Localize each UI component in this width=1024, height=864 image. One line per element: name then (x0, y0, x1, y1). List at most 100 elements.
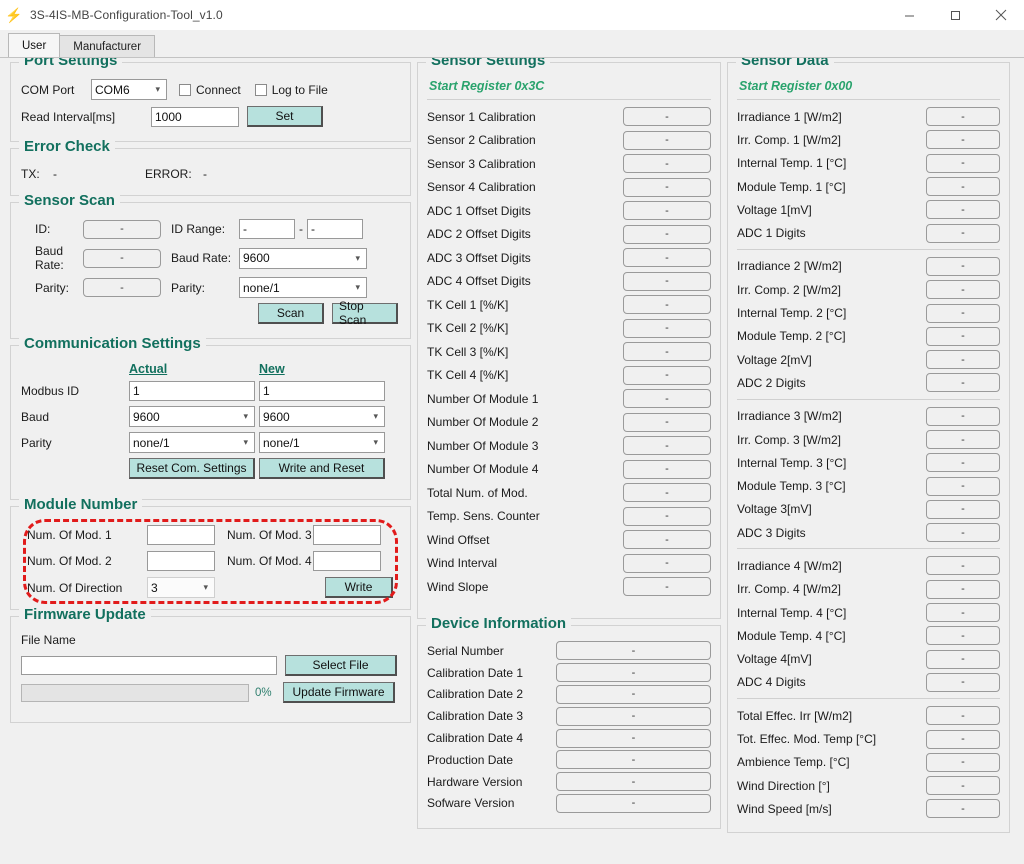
sensor-data-value[interactable]: - (926, 556, 1000, 575)
modbus-id-new-input[interactable] (259, 381, 385, 401)
sensor-setting-value[interactable]: - (623, 413, 711, 432)
sensor-data-value[interactable]: - (926, 580, 1000, 599)
num-of-mod-1-input[interactable] (147, 525, 215, 545)
sensor-data-value[interactable]: - (926, 603, 1000, 622)
sensor-data-value[interactable]: - (926, 730, 1000, 749)
connect-checkbox[interactable]: Connect (179, 83, 241, 97)
sensor-data-value[interactable]: - (926, 477, 1000, 496)
sensor-data-value[interactable]: - (926, 500, 1000, 519)
sensor-setting-value[interactable]: - (623, 554, 711, 573)
list-item: Total Num. of Mod.- (427, 481, 711, 505)
sensor-data-value[interactable]: - (926, 673, 1000, 692)
module-number-write-button[interactable]: Write (325, 577, 393, 598)
sensor-setting-value[interactable]: - (623, 577, 711, 596)
sensor-setting-value[interactable]: - (623, 319, 711, 338)
parity-new-select[interactable]: none/1 ▾ (259, 432, 385, 453)
select-file-button[interactable]: Select File (285, 655, 397, 676)
sensor-data-value[interactable]: - (926, 453, 1000, 472)
read-interval-input[interactable] (151, 107, 239, 127)
sensor-data-value[interactable]: - (926, 407, 1000, 426)
scan-baud-select[interactable]: 9600 ▾ (239, 248, 367, 269)
tab-manufacturer[interactable]: Manufacturer (59, 35, 155, 57)
sensor-setting-value[interactable]: - (623, 483, 711, 502)
num-of-direction-label: Num. Of Direction (27, 581, 147, 595)
sensor-data-value[interactable]: - (926, 650, 1000, 669)
modbus-id-label: Modbus ID (21, 384, 129, 398)
num-of-mod-4-input[interactable] (313, 551, 381, 571)
sensor-data-value[interactable]: - (926, 799, 1000, 818)
file-name-input[interactable] (21, 656, 277, 675)
sensor-setting-value[interactable]: - (623, 154, 711, 173)
sensor-data-value[interactable]: - (926, 107, 1000, 126)
sensor-data-value[interactable]: - (926, 626, 1000, 645)
tab-user[interactable]: User (8, 33, 60, 57)
sensor-setting-value[interactable]: - (623, 460, 711, 479)
device-info-value[interactable]: - (556, 750, 711, 769)
sensor-data-value[interactable]: - (926, 257, 1000, 276)
stop-scan-button[interactable]: Stop Scan (332, 303, 398, 324)
sensor-setting-value[interactable]: - (623, 272, 711, 291)
num-of-direction-select[interactable]: 3 ▾ (147, 577, 215, 598)
sensor-setting-value[interactable]: - (623, 436, 711, 455)
firmware-update-group: Firmware Update File Name Select File 0%… (10, 616, 411, 723)
num-of-mod-2-input[interactable] (147, 551, 215, 571)
sensor-data-value[interactable]: - (926, 753, 1000, 772)
sensor-setting-value[interactable]: - (623, 225, 711, 244)
device-info-value[interactable]: - (556, 641, 711, 660)
update-firmware-button[interactable]: Update Firmware (283, 682, 395, 703)
device-info-value[interactable]: - (556, 685, 711, 704)
com-port-select[interactable]: COM6 ▾ (91, 79, 167, 100)
device-info-value[interactable]: - (556, 772, 711, 791)
sensor-setting-value[interactable]: - (623, 131, 711, 150)
sensor-setting-value[interactable]: - (623, 107, 711, 126)
sensor-data-list: Irradiance 1 [W/m2]-Irr. Comp. 1 [W/m2]-… (737, 105, 1000, 821)
parity-actual-select[interactable]: none/1 ▾ (129, 432, 255, 453)
list-item: TK Cell 4 [%/K]- (427, 364, 711, 388)
list-item: Internal Temp. 1 [°C]- (737, 152, 1000, 175)
sensor-data-value[interactable]: - (926, 706, 1000, 725)
device-info-value[interactable]: - (556, 794, 711, 813)
reset-com-settings-button[interactable]: Reset Com. Settings (129, 458, 255, 479)
id-range-to-input[interactable] (307, 219, 363, 239)
sensor-setting-value[interactable]: - (623, 389, 711, 408)
sensor-setting-value[interactable]: - (623, 530, 711, 549)
device-info-value[interactable]: - (556, 707, 711, 726)
sensor-setting-value[interactable]: - (623, 248, 711, 267)
close-button[interactable] (978, 0, 1024, 30)
id-range-from-input[interactable] (239, 219, 295, 239)
sensor-data-value[interactable]: - (926, 373, 1000, 392)
sensor-data-value[interactable]: - (926, 200, 1000, 219)
log-to-file-checkbox[interactable]: Log to File (255, 83, 328, 97)
write-and-reset-button[interactable]: Write and Reset (259, 458, 385, 479)
sensor-data-value[interactable]: - (926, 177, 1000, 196)
sensor-setting-value[interactable]: - (623, 507, 711, 526)
sensor-data-value[interactable]: - (926, 523, 1000, 542)
baud-actual-select[interactable]: 9600 ▾ (129, 406, 255, 427)
minimize-button[interactable] (886, 0, 932, 30)
device-info-value[interactable]: - (556, 663, 711, 682)
sensor-data-value[interactable]: - (926, 776, 1000, 795)
sensor-data-value[interactable]: - (926, 327, 1000, 346)
scan-button[interactable]: Scan (258, 303, 324, 324)
sensor-setting-value[interactable]: - (623, 342, 711, 361)
maximize-button[interactable] (932, 0, 978, 30)
modbus-id-actual-input[interactable] (129, 381, 255, 401)
sensor-setting-value[interactable]: - (623, 366, 711, 385)
baud-new-select[interactable]: 9600 ▾ (259, 406, 385, 427)
num-of-mod-3-input[interactable] (313, 525, 381, 545)
sensor-setting-value[interactable]: - (623, 295, 711, 314)
set-button[interactable]: Set (247, 106, 323, 127)
scan-parity-select[interactable]: none/1 ▾ (239, 277, 367, 298)
sensor-setting-value[interactable]: - (623, 178, 711, 197)
sensor-setting-label: Sensor 3 Calibration (427, 157, 623, 171)
sensor-data-value[interactable]: - (926, 130, 1000, 149)
sensor-data-value[interactable]: - (926, 430, 1000, 449)
device-info-value[interactable]: - (556, 729, 711, 748)
sensor-data-label: Irradiance 4 [W/m2] (737, 559, 926, 573)
sensor-data-value[interactable]: - (926, 280, 1000, 299)
sensor-data-value[interactable]: - (926, 224, 1000, 243)
sensor-setting-value[interactable]: - (623, 201, 711, 220)
sensor-data-value[interactable]: - (926, 304, 1000, 323)
sensor-data-value[interactable]: - (926, 154, 1000, 173)
sensor-data-value[interactable]: - (926, 350, 1000, 369)
